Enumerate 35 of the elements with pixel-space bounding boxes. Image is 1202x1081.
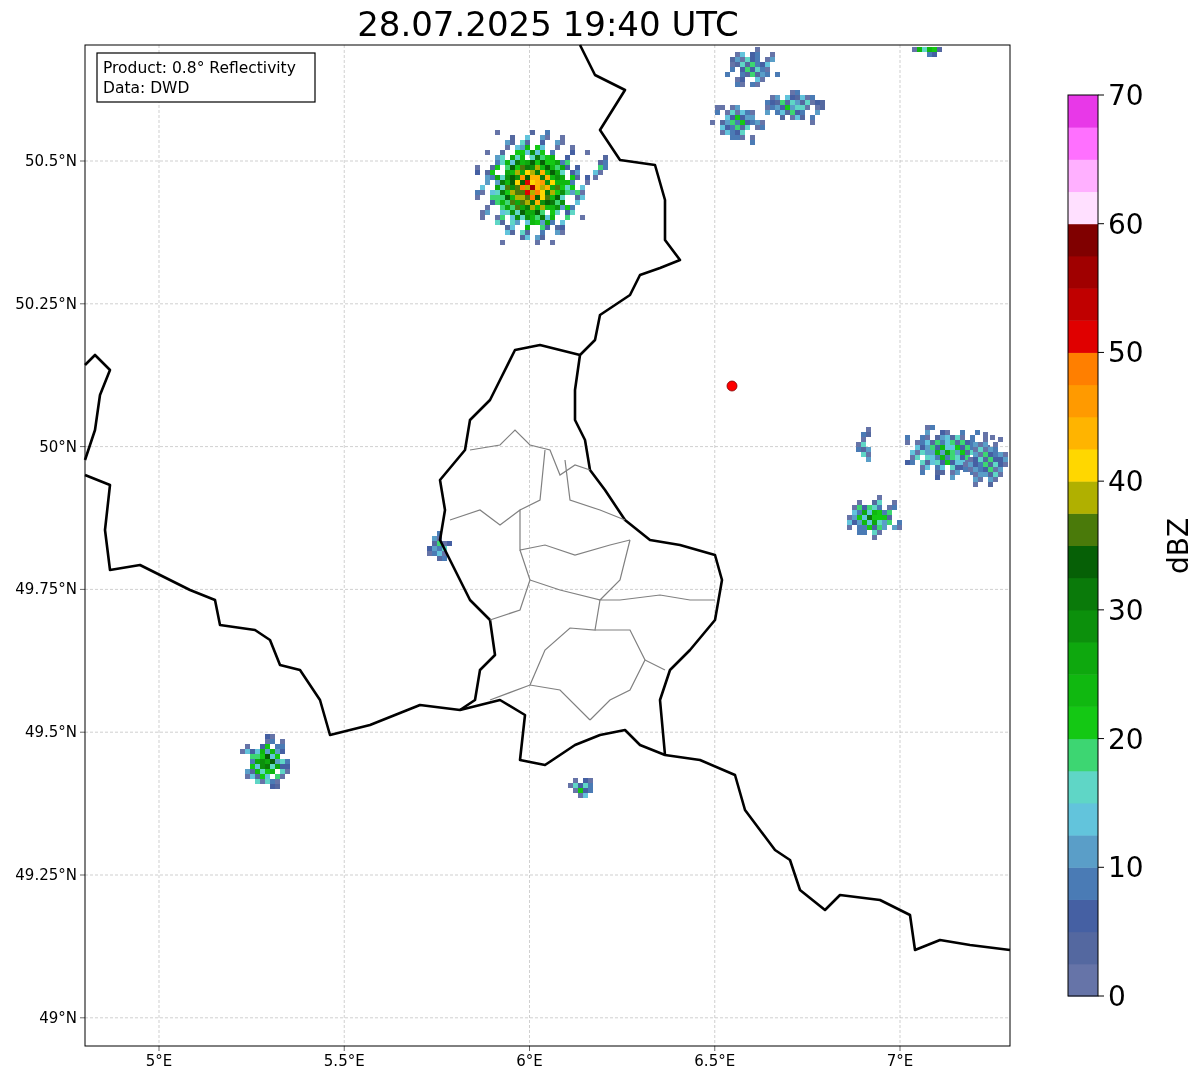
radar-echo: [765, 90, 825, 125]
radar-echo: [240, 734, 290, 789]
colorbar-tick-label: 30: [1108, 593, 1144, 627]
location-marker: [726, 380, 738, 392]
radar-echo: [912, 47, 942, 57]
x-axis-label: 6.5°E: [694, 1052, 736, 1070]
y-axis-label: 50°N: [39, 437, 77, 456]
radar-echo: [427, 531, 452, 561]
chart-title: 28.07.2025 19:40 UTC: [357, 4, 739, 44]
y-axis-label: 49.25°N: [15, 866, 77, 884]
y-axis-label: 49.75°N: [15, 580, 77, 599]
radar-echo: [593, 155, 608, 180]
radar-echo: [710, 105, 765, 145]
info-text: Data: DWD: [103, 79, 190, 97]
x-axis-label: 5°E: [145, 1052, 173, 1070]
colorbar-tick-label: 10: [1108, 851, 1144, 885]
radar-echo: [568, 778, 593, 798]
colorbar-tick-label: 20: [1108, 722, 1144, 756]
colorbar-tick-label: 0: [1108, 980, 1126, 1013]
y-axis-label: 49°N: [39, 1008, 77, 1027]
radar-echo: [856, 427, 871, 462]
y-axis-label: 50.5°N: [24, 152, 77, 170]
x-axis-label: 5.5°E: [323, 1052, 365, 1070]
colorbar-tick-label: 40: [1108, 465, 1144, 499]
colorbar-tick-label: 70: [1108, 79, 1144, 112]
x-axis-label: 7°E: [886, 1052, 914, 1070]
radar-echo: [725, 47, 780, 87]
y-axis-label: 50.25°N: [15, 294, 77, 313]
colorbar-tick-label: 50: [1108, 336, 1144, 370]
colorbar-label: dBZ: [1162, 517, 1195, 575]
info-text: Product: 0.8° Reflectivity: [103, 59, 296, 77]
radar-echo: [847, 495, 902, 540]
colorbar-tick-label: 60: [1108, 207, 1144, 241]
x-axis-label: 6°E: [516, 1052, 543, 1070]
y-axis-label: 49.5°N: [24, 723, 77, 742]
